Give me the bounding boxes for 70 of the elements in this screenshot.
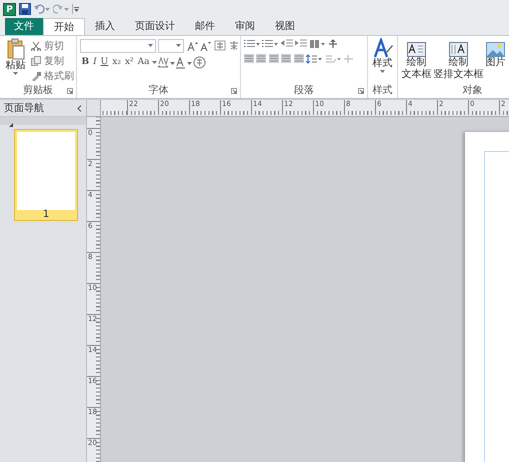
ribbon-tab[interactable]: 邮件 [185, 18, 225, 35]
font-size-field[interactable] [158, 38, 184, 52]
character-icon[interactable] [228, 40, 240, 51]
collapse-icon[interactable] [77, 104, 82, 112]
paste-button[interactable]: 粘贴 [2, 36, 28, 86]
app-logo: P [3, 2, 16, 16]
align-left-icon[interactable] [244, 54, 254, 63]
vertical-textbox-icon [449, 42, 468, 57]
format-button[interactable]: B [80, 55, 92, 70]
page-thumbnail[interactable]: 1 [14, 129, 78, 221]
clipboard-icon [6, 38, 24, 60]
character-spacing-icon[interactable] [156, 56, 175, 68]
format-button[interactable]: Aa [136, 55, 152, 70]
caret-icon [380, 70, 385, 73]
group-label: 剪贴板 [23, 85, 53, 98]
brush-icon [31, 71, 41, 81]
customize-icon[interactable] [72, 4, 79, 14]
styles-icon [372, 38, 392, 58]
format-button[interactable]: U [98, 55, 110, 70]
save-icon[interactable] [19, 3, 31, 15]
shrink-font-icon[interactable] [200, 40, 211, 50]
decrease-indent-icon[interactable] [280, 38, 292, 48]
font-name-field[interactable] [80, 38, 156, 52]
expand-icon[interactable] [8, 122, 14, 128]
picture-icon [486, 42, 505, 57]
clipboard-button[interactable]: 剪切 [31, 38, 74, 54]
ribbon-tab[interactable]: 插入 [85, 18, 125, 35]
phonetic-icon[interactable] [214, 40, 226, 51]
caret-icon [176, 44, 181, 47]
distribute-icon[interactable] [294, 54, 304, 63]
grow-font-icon[interactable] [186, 40, 198, 50]
group-label: 样式 [372, 85, 392, 98]
group-label: 字体 [148, 85, 168, 98]
font-color-icon[interactable] [174, 56, 193, 68]
group-label: 段落 [294, 85, 314, 98]
dialog-launcher-icon[interactable] [231, 88, 237, 94]
file-tab[interactable]: 文件 [5, 18, 43, 35]
caret-icon[interactable] [152, 61, 157, 64]
insert-picture-button[interactable]: 图片 [484, 36, 506, 86]
format-button[interactable]: x² [122, 55, 136, 70]
copy-icon [31, 56, 41, 66]
caret-icon [13, 72, 18, 75]
textbox-icon [407, 42, 426, 57]
dialog-launcher-icon[interactable] [67, 88, 73, 94]
ribbon-tab[interactable]: 开始 [43, 18, 85, 35]
page-number: 1 [42, 210, 50, 220]
ribbon-tab[interactable]: 页面设计 [125, 18, 185, 35]
scissors-icon [31, 41, 41, 51]
enclosed-character-icon[interactable] [192, 56, 206, 69]
format-button[interactable]: I [91, 55, 99, 70]
clipboard-button[interactable]: 复制 [31, 54, 74, 68]
clipboard-button[interactable]: 格式刷 [31, 68, 74, 84]
styles-button[interactable]: 样式 [370, 36, 396, 86]
insert-vertical-textbox-button[interactable]: 绘制 竖排文本框 [432, 36, 484, 86]
shading-icon[interactable] [324, 54, 340, 64]
ribbon-tab[interactable]: 审阅 [225, 18, 265, 35]
text-direction-icon[interactable] [328, 38, 338, 48]
ribbon-tab[interactable]: 视图 [265, 18, 305, 35]
dialog-launcher-icon[interactable] [358, 88, 364, 94]
insert-textbox-button[interactable]: 绘制 文本框 [400, 36, 432, 86]
format-button[interactable]: x₂ [110, 55, 123, 70]
redo-icon[interactable] [53, 4, 69, 14]
pane-title: 页面导航 [4, 102, 44, 116]
numbering-icon[interactable] [262, 38, 278, 48]
line-spacing-icon[interactable] [306, 54, 322, 64]
increase-indent-icon[interactable] [295, 38, 307, 48]
align-right-icon[interactable] [268, 54, 278, 63]
columns-icon[interactable] [310, 38, 326, 48]
group-label: 对象 [462, 85, 482, 98]
caret-icon [148, 44, 153, 47]
